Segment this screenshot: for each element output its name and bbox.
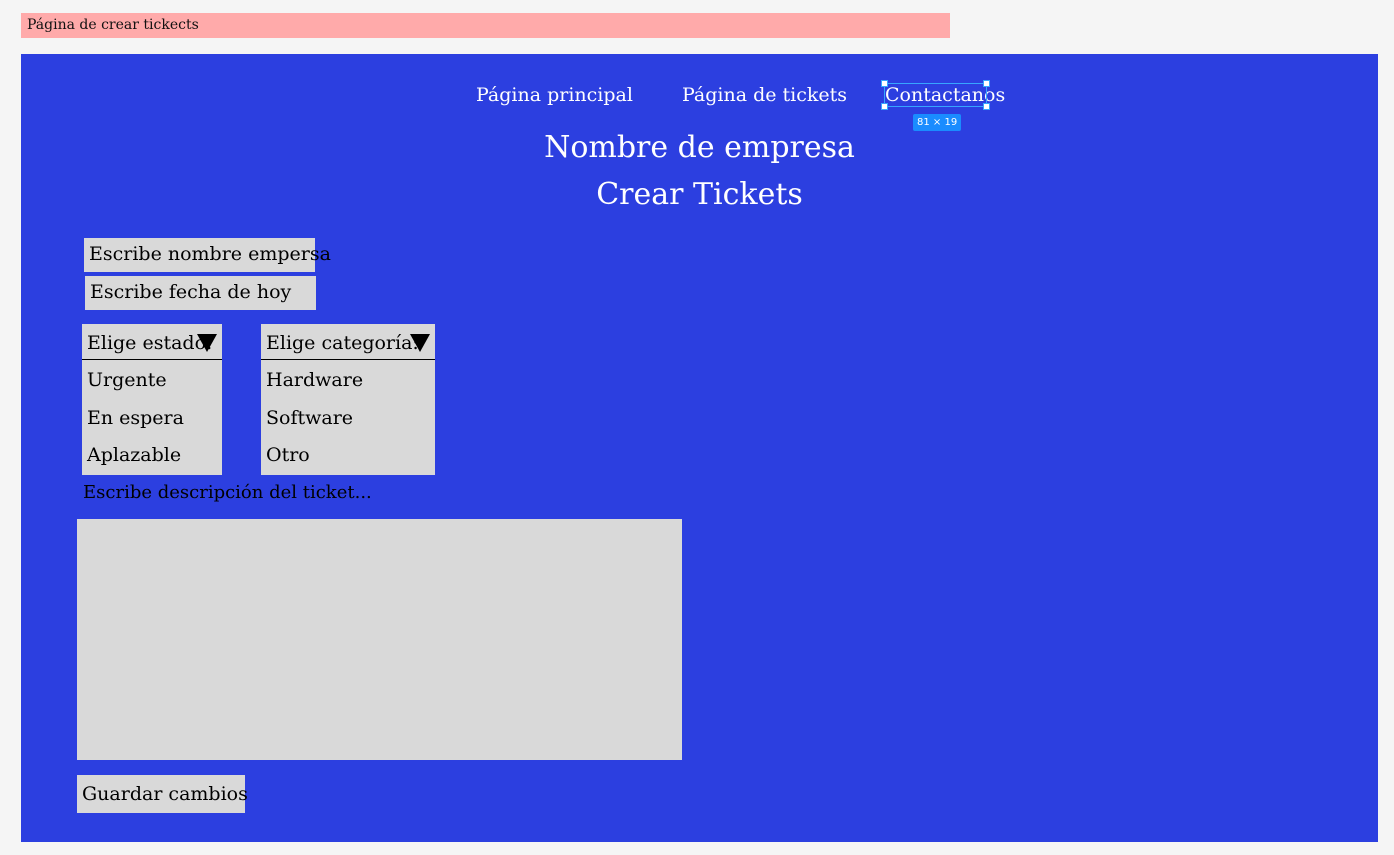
triangle-down-icon[interactable]	[197, 334, 217, 352]
company-name: Nombre de empresa	[544, 130, 855, 165]
nav-link-contact[interactable]: Contactanos	[885, 82, 1005, 108]
date-input[interactable]: Escribe fecha de hoy	[85, 276, 316, 310]
status-option[interactable]: Aplazable	[82, 435, 222, 473]
status-dropdown-header[interactable]: Elige estado:	[82, 324, 222, 360]
nav-link-tickets[interactable]: Página de tickets	[682, 82, 847, 108]
status-option[interactable]: En espera	[82, 398, 222, 436]
status-dropdown-label: Elige estado:	[87, 332, 213, 354]
category-option[interactable]: Otro	[261, 435, 435, 473]
status-option[interactable]: Urgente	[82, 360, 222, 398]
category-dropdown-label: Elige categoría:	[266, 332, 419, 354]
description-textarea[interactable]	[77, 519, 682, 760]
category-dropdown-header[interactable]: Elige categoría:	[261, 324, 435, 360]
triangle-down-icon[interactable]	[410, 334, 430, 352]
category-option[interactable]: Hardware	[261, 360, 435, 398]
description-label: Escribe descripción del ticket...	[83, 482, 372, 503]
ticket-page-canvas: Página principal Página de tickets Conta…	[21, 54, 1378, 842]
frame-label[interactable]: Página de crear tickects	[21, 13, 950, 38]
top-nav: Página principal Página de tickets Conta…	[21, 80, 1378, 131]
page-title: Crear Tickets	[596, 177, 803, 212]
company-name-input[interactable]: Escribe nombre empersa	[84, 238, 331, 272]
nav-link-home[interactable]: Página principal	[476, 82, 633, 108]
status-dropdown: Elige estado: Urgente En espera Aplazabl…	[82, 324, 222, 475]
category-dropdown: Elige categoría: Hardware Software Otro	[261, 324, 435, 475]
save-button[interactable]: Guardar cambios	[77, 775, 248, 813]
category-option[interactable]: Software	[261, 398, 435, 436]
